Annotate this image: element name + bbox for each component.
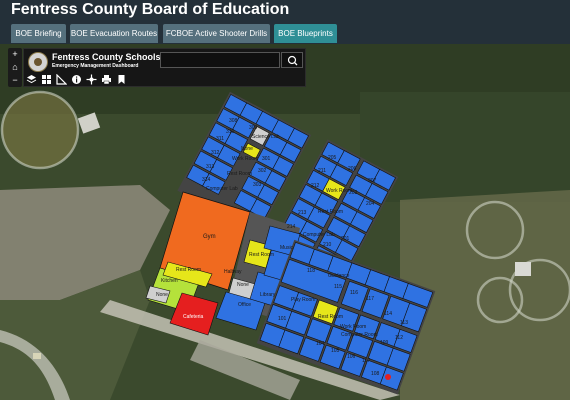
label-rest-room-3: Rest Room [227, 171, 252, 177]
label-room-109: 109 [380, 340, 389, 346]
school-seal-logo [28, 52, 48, 72]
search-icon [287, 55, 298, 66]
label-work-room-1: Work Room [232, 156, 258, 162]
label-rest-room-2: Rest Room [249, 252, 274, 258]
label-room-201: 201 [341, 236, 350, 242]
search-button[interactable] [281, 52, 303, 68]
label-room-302: 302 [258, 168, 267, 174]
zoom-out-button[interactable]: − [8, 74, 22, 87]
label-room-114: 114 [384, 311, 392, 317]
tab-boe-blueprints[interactable]: BOE Blueprints [274, 24, 337, 43]
tab-boe-evacuation-routes[interactable]: BOE Evacuation Routes [70, 24, 158, 43]
label-room-308: 308 [229, 118, 238, 124]
label-none-3: None [241, 146, 253, 152]
title-bar: Fentress County Board of Education [0, 0, 570, 24]
info-icon[interactable] [71, 74, 82, 85]
dashboard-subtitle: Emergency Management Dashboard [52, 63, 139, 69]
label-computer-lab-2: Computer Lab [303, 232, 335, 238]
label-computer-lab-3: Computer Room [341, 332, 378, 338]
label-room-313: 313 [206, 164, 215, 170]
label-room-204: 204 [366, 201, 375, 207]
label-office: Office [238, 302, 251, 308]
label-music: Music [280, 245, 294, 251]
label-room-105: 105 [331, 348, 340, 354]
label-room-309: 309 [249, 125, 258, 131]
layers-icon[interactable] [26, 74, 37, 85]
label-room-113: 113 [400, 320, 408, 326]
label-work-room-3: Work Room [340, 324, 366, 330]
label-rest-room-4: Rest Room [318, 209, 343, 215]
measure-icon[interactable] [56, 74, 67, 85]
label-room-106: 106 [347, 354, 356, 360]
label-room-210: 210 [323, 242, 332, 248]
label-room-211: 211 [318, 168, 326, 174]
label-room-112: 112 [395, 335, 403, 341]
label-room-213: 213 [298, 210, 307, 216]
label-none-2: None [237, 282, 249, 288]
label-room-205: 205 [328, 155, 337, 161]
map-view[interactable]: Gym Kitchen Cafeteria Rest Room Rest Roo… [0, 44, 570, 400]
home-button[interactable]: ⌂ [8, 61, 22, 74]
map-canvas[interactable]: Gym Kitchen Cafeteria Rest Room Rest Roo… [0, 44, 570, 400]
label-room-206: 206 [348, 166, 357, 172]
label-hallway: Hallway [224, 269, 242, 275]
label-none-1: None [156, 292, 168, 298]
dashboard-name: Fentress County Schools [52, 52, 161, 62]
tab-row: BOE Briefing BOE Evacuation Routes FCBOE… [0, 24, 570, 44]
label-room-108: 108 [371, 371, 380, 377]
fire-marker-icon[interactable] [385, 374, 391, 380]
label-room-214: 214 [287, 224, 296, 230]
label-room-115: 115 [334, 284, 342, 290]
label-room-311: 311 [216, 136, 224, 142]
tab-boe-briefing[interactable]: BOE Briefing [11, 24, 66, 43]
label-science-lab: Science Lab [252, 134, 280, 140]
label-room-203: 203 [349, 190, 358, 196]
dashboard-header: Fentress County Schools Emergency Manage… [23, 48, 306, 87]
label-rest-room-1: Rest Room [176, 267, 201, 273]
zoom-in-button[interactable]: + [8, 48, 22, 61]
label-library: Library [260, 292, 276, 298]
zoom-controls: + ⌂ − [8, 48, 22, 87]
label-cafeteria: Cafeteria [183, 314, 204, 320]
label-room-312: 312 [211, 150, 220, 156]
label-room-116: 116 [350, 290, 358, 296]
label-room-212: 212 [311, 183, 320, 189]
locate-icon[interactable] [86, 74, 97, 85]
search-input[interactable] [160, 52, 280, 68]
label-kitchen: Kitchen [161, 278, 178, 284]
label-room-301: 301 [262, 156, 271, 162]
label-room-314: 314 [202, 177, 211, 183]
label-gym: Gym [203, 234, 216, 240]
label-play-room: Play Room [291, 297, 315, 303]
label-room-104: 104 [316, 341, 325, 347]
print-icon[interactable] [101, 74, 112, 85]
label-computer-lab-1: Computer Lab [206, 186, 238, 192]
label-room-101: 101 [278, 316, 287, 322]
label-room-207: 207 [368, 178, 377, 184]
label-room-303: 303 [253, 182, 262, 188]
label-room-117: 117 [366, 296, 374, 302]
label-rest-room-5: Rest Room [318, 314, 343, 320]
page-title: Fentress County Board of Education [11, 1, 290, 18]
basemap-icon[interactable] [41, 74, 52, 85]
label-room-107: 107 [362, 358, 371, 364]
bookmark-icon[interactable] [116, 74, 127, 85]
label-room-118: 118 [307, 268, 315, 274]
label-room-310: 310 [226, 129, 235, 135]
tab-fcboe-active-shooter-drills[interactable]: FCBOE Active Shooter Drills [163, 24, 270, 43]
label-guidance: Guidance [328, 273, 350, 279]
